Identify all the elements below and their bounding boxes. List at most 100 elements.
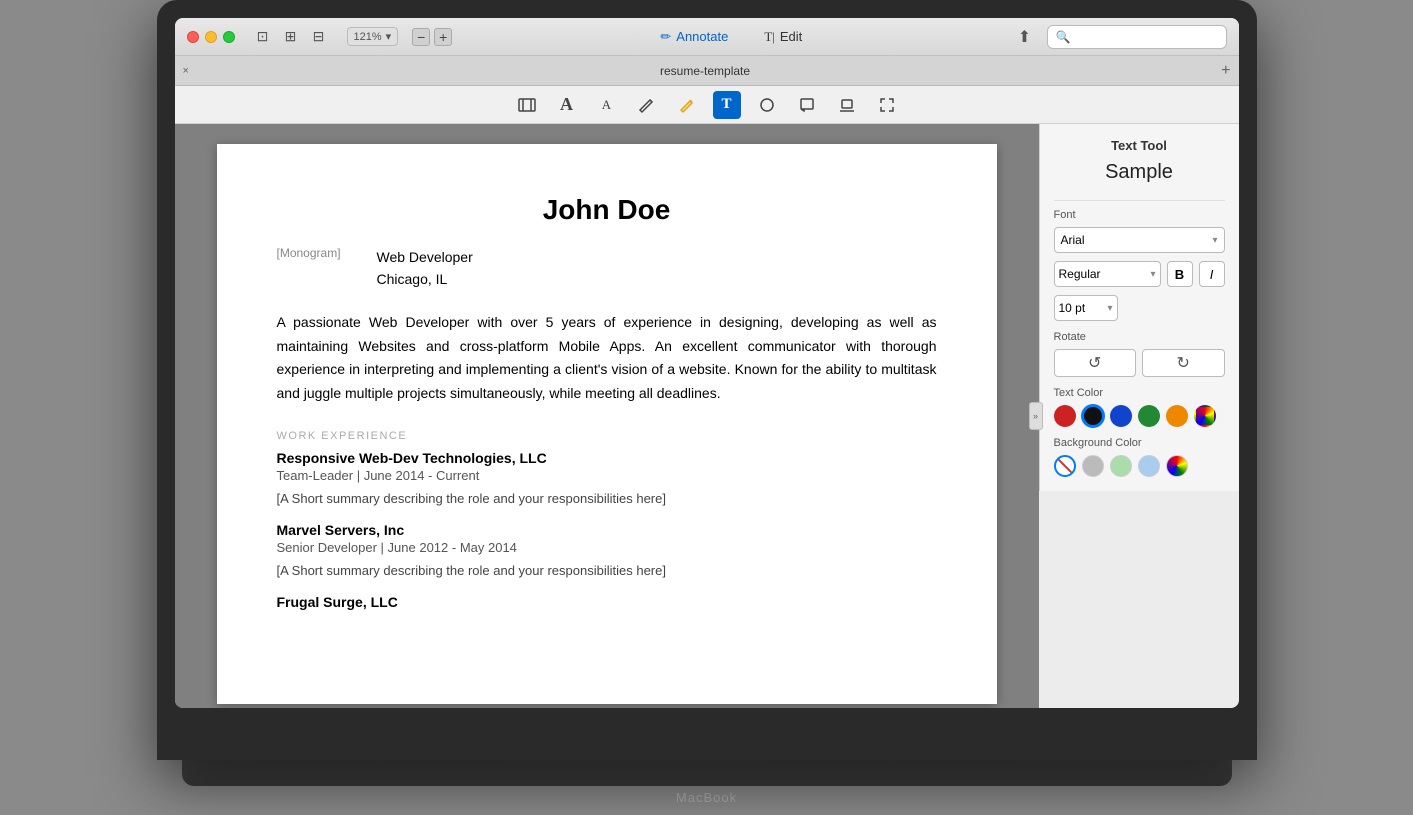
zoom-value: 121% [354,31,382,43]
font-size-value: 10 pt [1059,301,1086,315]
font-section-label: Font [1054,209,1225,221]
color-red[interactable] [1054,405,1076,427]
search-input[interactable] [1074,31,1217,43]
font-style-select[interactable]: Regular ▾ [1054,261,1161,287]
panel-collapse-button[interactable]: » [1029,402,1043,430]
search-icon: 🔍 [1056,30,1071,44]
toolbar: A A [175,86,1239,124]
minimize-button[interactable] [205,31,217,43]
bg-none[interactable] [1054,455,1076,477]
bg-color-swatches [1054,455,1225,477]
text-tool-icon[interactable]: T [713,91,741,119]
close-button[interactable] [187,31,199,43]
stamp-icon[interactable] [833,91,861,119]
document-meta: [Monogram] Web Developer Chicago, IL [277,246,937,291]
font-value: Arial [1061,233,1085,247]
bg-gray[interactable] [1082,455,1104,477]
shape-icon[interactable] [753,91,781,119]
share-button[interactable]: ⬆ [1011,25,1039,49]
sample-text: Sample [1054,161,1225,184]
zoom-in-button[interactable]: + [434,28,452,46]
main-area: John Doe [Monogram] Web Developer Chicag… [175,124,1239,708]
rotate-ccw-button[interactable]: ↺ [1054,349,1137,377]
search-box[interactable]: 🔍 [1047,25,1227,49]
right-panel-wrapper: » Text Tool Sample Font Arial ▾ [1039,124,1239,708]
monogram: [Monogram] [277,246,357,291]
role-2: Senior Developer | June 2012 - May 2014 [277,540,937,555]
annotate-button[interactable]: ✏ Annotate [652,26,736,48]
color-orange[interactable] [1166,405,1188,427]
job-summary-2: [A Short summary describing the role and… [277,563,937,578]
location: Chicago, IL [377,268,473,290]
italic-button[interactable]: I [1199,261,1225,287]
text-large-icon[interactable]: A [553,91,581,119]
document-summary: A passionate Web Developer with over 5 y… [277,311,937,406]
title-bar-right: ⬆ 🔍 [1011,25,1227,49]
color-black[interactable] [1082,405,1104,427]
grid-view-icon[interactable]: ⊞ [281,29,301,45]
font-select[interactable]: Arial ▾ [1054,227,1225,253]
job-title: Web Developer [377,246,473,268]
rotate-label: Rotate [1054,331,1225,343]
size-arrow: ▾ [1107,303,1112,314]
company-2: Marvel Servers, Inc [277,522,937,538]
rotate-cw-button[interactable]: ↻ [1142,349,1225,377]
laptop-base [182,760,1232,786]
title-bar: ⊡ ⊞ ⊟ 121% ▾ − + ✏ A [175,18,1239,56]
panel-title: Text Tool [1054,138,1225,153]
document-page: John Doe [Monogram] Web Developer Chicag… [217,144,997,704]
job-entry-2: Marvel Servers, Inc Senior Developer | J… [277,522,937,578]
color-blue[interactable] [1110,405,1132,427]
right-panel: Text Tool Sample Font Arial ▾ Regular [1039,124,1239,491]
edit-label: Edit [780,29,802,44]
zoom-out-button[interactable]: − [412,28,430,46]
job-entry-3: Frugal Surge, LLC [277,594,937,610]
bg-light-green[interactable] [1110,455,1132,477]
resize-icon[interactable] [513,91,541,119]
document-title: John Doe [277,194,937,226]
tab-close-button[interactable]: × [183,65,189,77]
role-1: Team-Leader | June 2014 - Current [277,468,937,483]
tab-add-button[interactable]: + [1221,62,1230,80]
bg-color-label: Background Color [1054,437,1225,449]
font-size-select[interactable]: 10 pt ▾ [1054,295,1118,321]
macbook-label: MacBook [676,790,737,805]
contact-info: Web Developer Chicago, IL [377,246,473,291]
annotate-icon: ✏ [660,29,671,45]
edit-icon: T| [764,29,775,45]
bold-button[interactable]: B [1167,261,1193,287]
color-green[interactable] [1138,405,1160,427]
annotate-label: Annotate [676,29,728,44]
edit-button[interactable]: T| Edit [756,26,810,48]
font-style-row: Regular ▾ B I [1054,261,1225,287]
window-controls: ⊡ ⊞ ⊟ [253,29,329,45]
highlight-icon[interactable] [673,91,701,119]
text-color-swatches [1054,405,1225,427]
zoom-arrow: ▾ [386,30,392,43]
traffic-lights [187,31,235,43]
document-area[interactable]: John Doe [Monogram] Web Developer Chicag… [175,124,1039,708]
pencil-icon[interactable] [633,91,661,119]
tab-bar: × resume-template + [175,56,1239,86]
zoom-buttons: − + [412,28,452,46]
font-style-value: Regular [1059,267,1101,281]
note-icon[interactable] [793,91,821,119]
text-color-label: Text Color [1054,387,1225,399]
bg-multicolor[interactable] [1166,455,1188,477]
color-multicolor[interactable] [1194,405,1216,427]
expand-icon[interactable] [873,91,901,119]
sidebar-toggle-icon[interactable]: ⊡ [253,29,273,45]
tab-title: resume-template [195,64,1215,78]
company-3: Frugal Surge, LLC [277,594,937,610]
job-summary-1: [A Short summary describing the role and… [277,491,937,506]
rotate-row: ↺ ↻ [1054,349,1225,377]
zoom-control[interactable]: 121% ▾ [347,27,399,46]
work-section-title: WORK EXPERIENCE [277,430,937,442]
text-small-icon[interactable]: A [593,91,621,119]
fullscreen-button[interactable] [223,31,235,43]
style-arrow: ▾ [1150,269,1155,280]
panel-divider-1 [1054,200,1225,201]
font-arrow: ▾ [1212,235,1217,246]
strip-view-icon[interactable]: ⊟ [309,29,329,45]
bg-light-blue[interactable] [1138,455,1160,477]
